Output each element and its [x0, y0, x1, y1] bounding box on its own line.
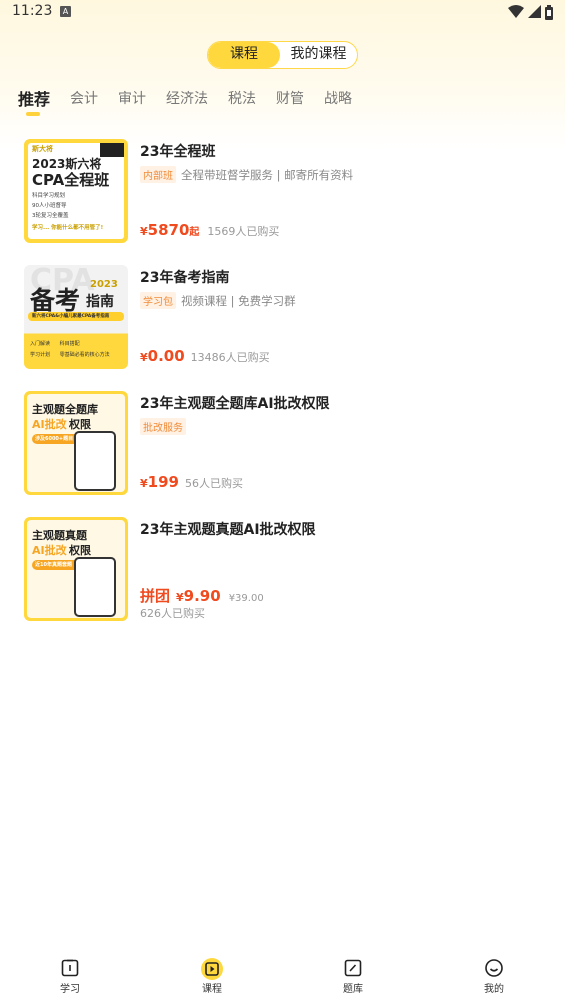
tab-strategy[interactable]: 战略 [324, 88, 352, 120]
course-item[interactable]: 主观题全题库 AI批改 权限 涉及6000+题目 23年主观题全题库AI批改权限… [24, 391, 544, 497]
thumb-bullet: 科目学习规划 [32, 193, 66, 199]
thumb-line2b: 权限 [69, 544, 91, 557]
course-subtitle: 视频课程 | 免费学习群 [181, 293, 296, 308]
sold-count: 1569人已购买 [207, 225, 280, 238]
status-time: 11:23 [12, 3, 53, 19]
course-price: 0.00 [147, 347, 185, 365]
course-thumbnail: 主观题真题 AI批改 权限 近10年真题套题 [24, 517, 128, 621]
thumb-line1: 主观题真题 [32, 529, 87, 542]
status-bar: 11:23 A [0, 0, 565, 24]
notification-icon: A [60, 6, 71, 17]
course-tag: 内部班 [140, 166, 176, 183]
segment-courses[interactable]: 课程 [208, 42, 280, 68]
thumb-bullet: 90人小班督导 [32, 203, 67, 209]
course-tag: 批改服务 [140, 418, 186, 435]
course-subtitle: 全程带班督学服务 | 邮寄所有资料 [181, 167, 354, 182]
sold-count: 13486人已购买 [190, 351, 270, 364]
nav-courses[interactable]: 课程 [182, 958, 242, 995]
play-icon [201, 958, 223, 980]
sold-count: 56人已购买 [184, 477, 243, 490]
thumb-footer: 学习... 你能什么都不用管了! [32, 225, 104, 231]
nav-label: 学习 [60, 984, 80, 995]
course-thumbnail: 主观题全题库 AI批改 权限 涉及6000+题目 [24, 391, 128, 495]
thumb-line2a: AI批改 [32, 544, 67, 557]
currency-symbol: ¥ [140, 225, 148, 238]
course-price: 9.90 [183, 587, 221, 605]
segment-my-courses[interactable]: 我的课程 [280, 42, 357, 68]
original-price: ¥39.00 [228, 593, 264, 604]
nav-question-bank[interactable]: 题库 [323, 958, 383, 995]
thumb-brand: 斯大将 [32, 145, 53, 153]
thumb-chip: 零基础必看的核心方法 [59, 352, 110, 358]
course-segment-switch: 课程 我的课程 [207, 41, 358, 69]
thumb-line1: 主观题全题库 [32, 403, 98, 416]
signal-icon [528, 5, 541, 18]
thumb-chip: 近10年真题套题 [35, 562, 72, 568]
sold-count: 626人已购买 [140, 607, 205, 620]
smile-icon [485, 959, 503, 977]
thumb-banner: 新六将CPA&小编儿家最CPA备考指南 [32, 314, 110, 319]
course-thumbnail: 斯大将 2023斯六将 CPA全程班 科目学习规划 90人小班督导 3轮复习全覆… [24, 139, 128, 243]
currency-symbol: ¥ [176, 591, 184, 604]
course-thumbnail: CPA 备考 2023 指南 新六将CPA&小编儿家最CPA备考指南 入门解读 … [24, 265, 128, 369]
course-title: 23年主观题全题库AI批改权限 [140, 396, 330, 412]
wifi-icon [508, 5, 524, 18]
currency-symbol: ¥ [140, 477, 148, 490]
tab-financial-management[interactable]: 财管 [276, 88, 304, 120]
course-item[interactable]: CPA 备考 2023 指南 新六将CPA&小编儿家最CPA备考指南 入门解读 … [24, 265, 544, 371]
thumb-line2b: 权限 [69, 418, 91, 431]
currency-symbol: ¥ [140, 351, 148, 364]
thumb-line2: 指南 [86, 294, 114, 310]
tab-economic-law[interactable]: 经济法 [166, 88, 208, 120]
battery-icon [545, 4, 553, 20]
course-title: 23年备考指南 [140, 270, 230, 286]
nav-label: 题库 [343, 984, 363, 995]
status-icons [508, 4, 553, 20]
book-icon [61, 959, 79, 977]
course-item[interactable]: 斯大将 2023斯六将 CPA全程班 科目学习规划 90人小班督导 3轮复习全覆… [24, 139, 544, 245]
thumb-line2: CPA全程班 [32, 171, 110, 189]
tab-audit[interactable]: 审计 [118, 88, 146, 120]
nav-label: 我的 [484, 984, 504, 995]
thumb-line2a: AI批改 [32, 418, 67, 431]
thumb-chip: 科目搭配 [59, 341, 80, 347]
nav-profile[interactable]: 我的 [464, 958, 524, 995]
active-tab-indicator [26, 112, 40, 116]
course-tag: 学习包 [140, 292, 176, 309]
tab-tax-law[interactable]: 税法 [228, 88, 256, 120]
course-title: 23年全程班 [140, 144, 216, 160]
edit-icon [344, 959, 362, 977]
nav-study[interactable]: 学习 [40, 958, 100, 995]
category-tabs: 推荐 会计 审计 经济法 税法 财管 战略 [18, 86, 372, 120]
thumb-chip: 学习计划 [30, 352, 51, 358]
thumb-chip: 入门解读 [30, 341, 51, 347]
bottom-nav: 学习 课程 题库 我的 [0, 950, 565, 1004]
thumb-year: 2023 [90, 279, 118, 290]
nav-label: 课程 [202, 984, 222, 995]
thumb-chip: 涉及6000+题目 [35, 436, 74, 442]
course-item[interactable]: 主观题真题 AI批改 权限 近10年真题套题 23年主观题真题AI批改权限 拼团… [24, 517, 544, 623]
course-price: 5870 [147, 221, 190, 239]
price-suffix: 起 [189, 227, 200, 238]
thumb-bullet: 3轮复习全覆盖 [32, 213, 69, 219]
tab-label: 推荐 [18, 90, 51, 109]
course-price: 199 [147, 473, 179, 491]
course-title: 23年主观题真题AI批改权限 [140, 522, 316, 538]
tab-accounting[interactable]: 会计 [70, 88, 98, 120]
group-buy-label: 拼团 [140, 587, 171, 605]
tab-recommend[interactable]: 推荐 [18, 86, 50, 118]
